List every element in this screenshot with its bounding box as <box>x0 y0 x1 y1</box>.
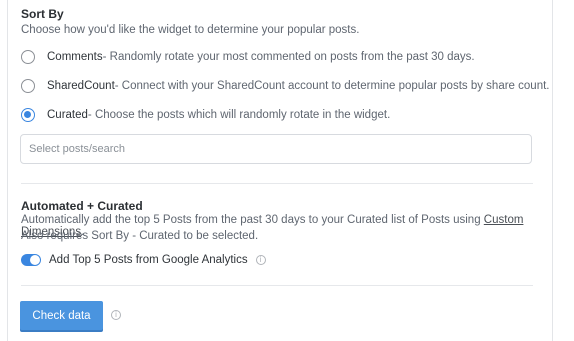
automated-heading: Automated + Curated <box>21 199 143 213</box>
option-name: SharedCount <box>47 80 115 92</box>
radio-button[interactable] <box>21 50 35 64</box>
option-description: - Choose the posts which will randomly r… <box>87 109 391 121</box>
radio-button-selected[interactable] <box>21 108 35 122</box>
section-divider <box>21 183 533 184</box>
sort-by-heading: Sort By <box>21 7 64 21</box>
option-description: - Connect with your SharedCount account … <box>114 80 550 92</box>
automated-requirement: Also requires Sort By - Curated to be se… <box>21 230 259 242</box>
posts-search-input[interactable] <box>20 134 532 164</box>
radio-option-comments[interactable]: Comments - Randomly rotate your most com… <box>21 48 475 66</box>
sort-by-description: Choose how you'd like the widget to dete… <box>21 24 360 36</box>
radio-option-curated[interactable]: Curated - Choose the posts which will ra… <box>21 106 390 124</box>
option-name: Curated <box>47 109 88 121</box>
radio-option-sharedcount[interactable]: SharedCount - Connect with your SharedCo… <box>21 77 549 95</box>
ga-toggle-switch[interactable] <box>21 254 41 266</box>
option-name: Comments <box>47 51 103 63</box>
info-icon[interactable]: i <box>255 255 266 265</box>
check-data-button[interactable]: Check data <box>20 301 103 330</box>
option-description: - Randomly rotate your most commented on… <box>102 51 475 63</box>
automated-desc-text: Automatically add the top 5 Posts from t… <box>21 214 484 226</box>
section-divider <box>21 285 533 286</box>
info-icon[interactable]: i <box>111 310 121 320</box>
radio-button[interactable] <box>21 79 35 93</box>
ga-toggle-row: Add Top 5 Posts from Google Analytics i <box>21 254 266 266</box>
ga-toggle-label: Add Top 5 Posts from Google Analytics <box>49 254 248 266</box>
